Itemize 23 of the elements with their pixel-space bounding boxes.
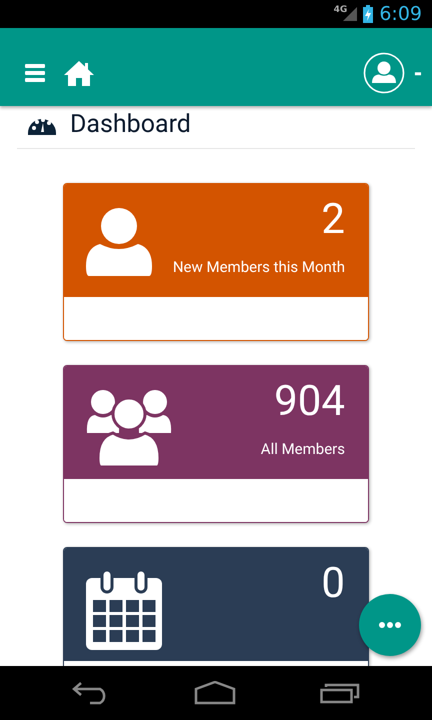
person-icon	[86, 206, 152, 278]
stat-card[interactable]: 0	[63, 547, 369, 666]
more-icon	[379, 622, 401, 628]
stat-value: 904	[274, 380, 345, 424]
stat-value: 0	[321, 562, 345, 606]
stat-card[interactable]: 2 New Members this Month	[63, 183, 369, 341]
stat-value: 2	[321, 198, 345, 242]
home-outline-icon[interactable]	[194, 681, 236, 705]
network-label: 4G	[334, 5, 348, 15]
clock-time: 6:09	[379, 3, 422, 25]
stat-card[interactable]: 904 All Members	[63, 365, 369, 523]
recent-apps-icon[interactable]	[320, 682, 360, 704]
battery-icon	[363, 5, 374, 23]
people-group-icon	[86, 388, 172, 468]
more-button[interactable]	[359, 594, 421, 656]
stat-label: All Members	[260, 440, 345, 458]
stat-label: New Members this Month	[172, 258, 345, 276]
page-title: Dashboard	[70, 110, 191, 139]
menu-icon[interactable]	[25, 63, 45, 83]
account-avatar-icon[interactable]	[363, 52, 405, 94]
calendar-icon	[86, 570, 162, 650]
home-icon[interactable]	[63, 60, 95, 86]
user-name: -	[414, 59, 422, 87]
